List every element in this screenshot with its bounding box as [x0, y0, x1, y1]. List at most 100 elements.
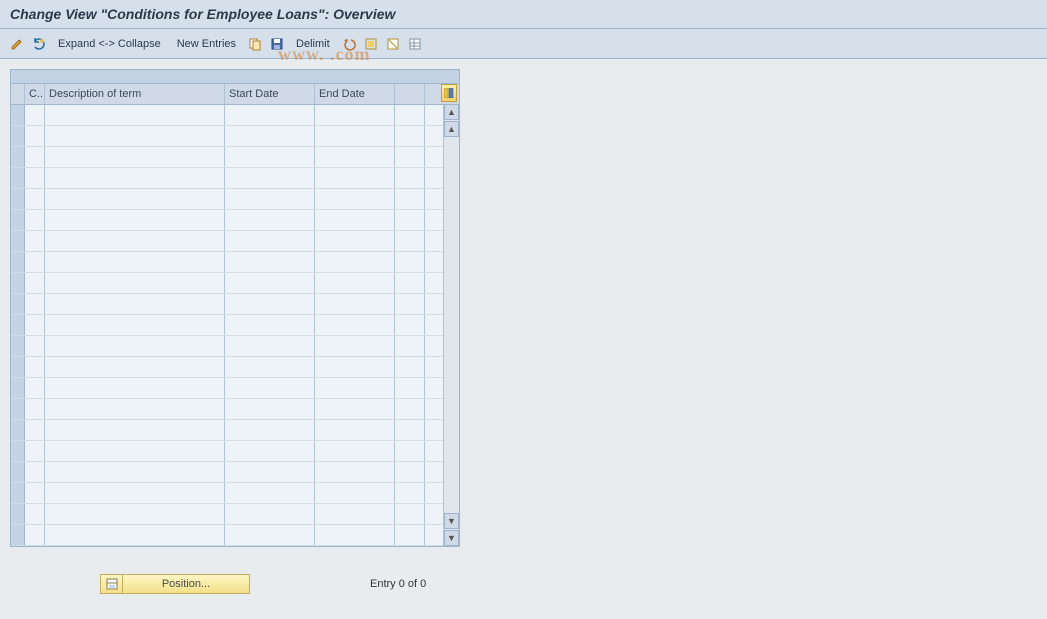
cell-start-date[interactable] [225, 525, 315, 545]
cell-code[interactable] [25, 504, 45, 524]
save-icon[interactable] [268, 35, 286, 53]
expand-collapse-button[interactable]: Expand <-> Collapse [52, 36, 167, 52]
table-row[interactable] [11, 420, 459, 441]
cell-end-date[interactable] [315, 483, 395, 503]
cell-end-date[interactable] [315, 441, 395, 461]
row-selector[interactable] [11, 504, 25, 524]
cell-end-date[interactable] [315, 336, 395, 356]
cell-end-date[interactable] [315, 273, 395, 293]
cell-end-date[interactable] [315, 231, 395, 251]
cell-description[interactable] [45, 441, 225, 461]
cell-code[interactable] [25, 210, 45, 230]
cell-start-date[interactable] [225, 462, 315, 482]
cell-code[interactable] [25, 231, 45, 251]
row-selector[interactable] [11, 336, 25, 356]
cell-end-date[interactable] [315, 399, 395, 419]
cell-code[interactable] [25, 105, 45, 125]
cell-code[interactable] [25, 420, 45, 440]
cell-description[interactable] [45, 462, 225, 482]
cell-code[interactable] [25, 378, 45, 398]
cell-description[interactable] [45, 273, 225, 293]
cell-end-date[interactable] [315, 315, 395, 335]
cell-start-date[interactable] [225, 189, 315, 209]
grid-configure-icon[interactable] [441, 84, 457, 102]
table-row[interactable] [11, 273, 459, 294]
cell-code[interactable] [25, 252, 45, 272]
table-row[interactable] [11, 378, 459, 399]
table-row[interactable] [11, 189, 459, 210]
cell-description[interactable] [45, 504, 225, 524]
cell-code[interactable] [25, 462, 45, 482]
column-header-start-date[interactable]: Start Date [225, 84, 315, 104]
refresh-icon[interactable] [30, 35, 48, 53]
cell-end-date[interactable] [315, 147, 395, 167]
cell-code[interactable] [25, 168, 45, 188]
row-selector[interactable] [11, 105, 25, 125]
row-selector[interactable] [11, 252, 25, 272]
row-selector[interactable] [11, 210, 25, 230]
row-selector[interactable] [11, 441, 25, 461]
row-selector[interactable] [11, 315, 25, 335]
cell-description[interactable] [45, 147, 225, 167]
cell-description[interactable] [45, 231, 225, 251]
cell-description[interactable] [45, 336, 225, 356]
scroll-up2-icon[interactable]: ▲ [444, 121, 459, 137]
cell-description[interactable] [45, 483, 225, 503]
cell-description[interactable] [45, 315, 225, 335]
cell-end-date[interactable] [315, 504, 395, 524]
toggle-display-change-icon[interactable] [8, 35, 26, 53]
table-row[interactable] [11, 168, 459, 189]
table-row[interactable] [11, 315, 459, 336]
cell-start-date[interactable] [225, 441, 315, 461]
cell-end-date[interactable] [315, 357, 395, 377]
row-selector[interactable] [11, 483, 25, 503]
undo-icon[interactable] [340, 35, 358, 53]
table-row[interactable] [11, 210, 459, 231]
column-header-code[interactable]: C.. [25, 84, 45, 104]
cell-end-date[interactable] [315, 252, 395, 272]
cell-start-date[interactable] [225, 126, 315, 146]
cell-description[interactable] [45, 210, 225, 230]
row-selector[interactable] [11, 525, 25, 545]
cell-code[interactable] [25, 525, 45, 545]
cell-start-date[interactable] [225, 273, 315, 293]
cell-code[interactable] [25, 294, 45, 314]
table-row[interactable] [11, 294, 459, 315]
cell-description[interactable] [45, 399, 225, 419]
cell-start-date[interactable] [225, 357, 315, 377]
cell-start-date[interactable] [225, 168, 315, 188]
scroll-up-icon[interactable]: ▲ [444, 104, 459, 120]
cell-end-date[interactable] [315, 210, 395, 230]
cell-start-date[interactable] [225, 105, 315, 125]
cell-code[interactable] [25, 336, 45, 356]
deselect-all-icon[interactable] [384, 35, 402, 53]
scroll-down-icon[interactable]: ▼ [444, 530, 459, 546]
cell-end-date[interactable] [315, 105, 395, 125]
cell-start-date[interactable] [225, 336, 315, 356]
table-row[interactable] [11, 126, 459, 147]
new-entries-button[interactable]: New Entries [171, 36, 242, 52]
cell-start-date[interactable] [225, 252, 315, 272]
cell-end-date[interactable] [315, 189, 395, 209]
table-row[interactable] [11, 252, 459, 273]
row-selector[interactable] [11, 273, 25, 293]
cell-end-date[interactable] [315, 168, 395, 188]
table-row[interactable] [11, 399, 459, 420]
cell-code[interactable] [25, 315, 45, 335]
row-selector[interactable] [11, 357, 25, 377]
cell-start-date[interactable] [225, 420, 315, 440]
cell-start-date[interactable] [225, 399, 315, 419]
cell-code[interactable] [25, 483, 45, 503]
row-selector[interactable] [11, 147, 25, 167]
table-row[interactable] [11, 525, 459, 546]
select-all-icon[interactable] [362, 35, 380, 53]
cell-code[interactable] [25, 357, 45, 377]
cell-code[interactable] [25, 126, 45, 146]
cell-start-date[interactable] [225, 147, 315, 167]
cell-code[interactable] [25, 441, 45, 461]
cell-description[interactable] [45, 420, 225, 440]
cell-description[interactable] [45, 357, 225, 377]
delimit-button[interactable]: Delimit [290, 36, 336, 52]
row-selector[interactable] [11, 420, 25, 440]
row-selector-header[interactable] [11, 84, 25, 104]
